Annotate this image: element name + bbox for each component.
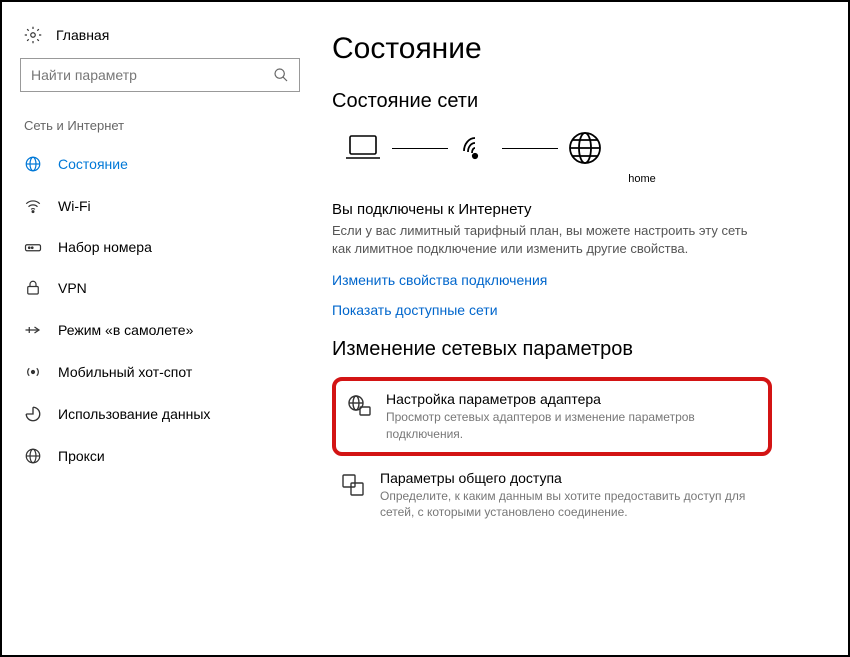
sidebar-item-label: Использование данных xyxy=(58,406,210,422)
dialup-icon xyxy=(24,240,42,254)
link-change-connection-properties[interactable]: Изменить свойства подключения xyxy=(332,272,828,288)
globe-icon xyxy=(566,129,604,167)
vpn-icon xyxy=(24,279,42,297)
wifi-icon xyxy=(456,131,494,165)
sidebar: Главная Сеть и Интернет Состояние xyxy=(2,2,312,655)
sidebar-item-vpn[interactable]: VPN xyxy=(20,267,304,309)
home-label: Главная xyxy=(56,27,109,43)
sidebar-item-label: Состояние xyxy=(58,156,128,172)
sidebar-item-label: VPN xyxy=(58,280,87,296)
category-label: Сеть и Интернет xyxy=(20,114,304,143)
sidebar-item-label: Набор номера xyxy=(58,239,152,255)
globe-icon xyxy=(24,447,42,465)
gear-icon xyxy=(24,26,42,44)
sidebar-item-wifi[interactable]: Wi-Fi xyxy=(20,185,304,227)
option-title: Параметры общего доступа xyxy=(380,470,764,486)
sidebar-item-dialup[interactable]: Набор номера xyxy=(20,227,304,267)
link-show-available-networks[interactable]: Показать доступные сети xyxy=(332,302,828,318)
sidebar-item-label: Режим «в самолете» xyxy=(58,322,193,338)
network-status-heading: Состояние сети xyxy=(332,90,828,113)
sidebar-item-label: Wi-Fi xyxy=(58,198,91,214)
wifi-icon xyxy=(24,197,42,215)
connected-description: Если у вас лимитный тарифный план, вы мо… xyxy=(332,222,752,258)
page-title: Состояние xyxy=(332,32,828,66)
sharing-icon xyxy=(340,470,366,520)
sidebar-item-status[interactable]: Состояние xyxy=(20,143,304,185)
connected-title: Вы подключены к Интернету xyxy=(332,201,828,218)
option-description: Определите, к каким данным вы хотите пре… xyxy=(380,488,764,520)
network-diagram xyxy=(342,129,828,167)
airplane-icon xyxy=(24,321,42,339)
laptop-icon xyxy=(342,132,384,164)
connection-line xyxy=(392,148,448,149)
search-field[interactable] xyxy=(31,67,273,83)
wifi-name-label: home xyxy=(456,173,828,185)
main-content: Состояние Состояние сети ho xyxy=(312,2,848,655)
hotspot-icon xyxy=(24,363,42,381)
sidebar-item-proxy[interactable]: Прокси xyxy=(20,435,304,477)
sidebar-item-airplane[interactable]: Режим «в самолете» xyxy=(20,309,304,351)
home-button[interactable]: Главная xyxy=(20,20,304,58)
search-input[interactable] xyxy=(20,58,300,92)
option-sharing-settings[interactable]: Параметры общего доступа Определите, к к… xyxy=(332,460,772,530)
sidebar-item-label: Прокси xyxy=(58,448,105,464)
globe-icon xyxy=(24,155,42,173)
option-title: Настройка параметров адаптера xyxy=(386,391,758,407)
sidebar-item-hotspot[interactable]: Мобильный хот-спот xyxy=(20,351,304,393)
change-network-params-heading: Изменение сетевых параметров xyxy=(332,338,828,361)
connection-line xyxy=(502,148,558,149)
sidebar-item-label: Мобильный хот-спот xyxy=(58,364,192,380)
sidebar-item-datausage[interactable]: Использование данных xyxy=(20,393,304,435)
option-adapter-settings[interactable]: Настройка параметров адаптера Просмотр с… xyxy=(332,377,772,455)
adapter-icon xyxy=(346,391,372,441)
datausage-icon xyxy=(24,405,42,423)
option-description: Просмотр сетевых адаптеров и изменение п… xyxy=(386,409,758,441)
search-icon xyxy=(273,67,289,83)
